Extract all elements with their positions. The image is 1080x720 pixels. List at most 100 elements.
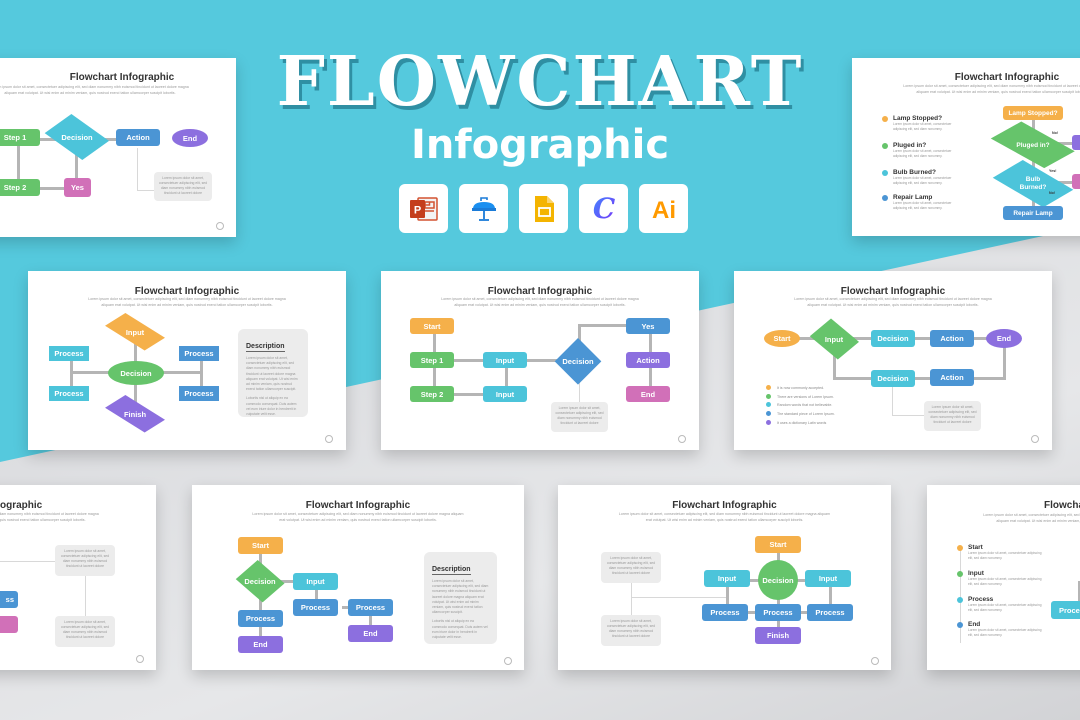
- node-input: Input: [805, 570, 851, 587]
- slide-intro-text: Lorem ipsum dolor sit amet, consectetuer…: [903, 84, 1080, 94]
- node-action: Action: [116, 129, 160, 146]
- list-item: Lamp Stopped? Lorem ipsum dolor sit amet,…: [882, 115, 959, 131]
- node-end: End: [348, 625, 393, 642]
- slide-intro-text: Lorem ipsum dolor sit amet, consectetuer…: [441, 297, 639, 307]
- svg-text:P: P: [413, 204, 420, 216]
- list-item: Repair Lamp Lorem ipsum dolor sit amet, c…: [882, 194, 959, 210]
- page-number: [678, 435, 686, 443]
- slide-thumbnail-6[interactable]: ographic Lorem ipsum dolor sit amet, con…: [0, 485, 156, 670]
- node-action: Action: [930, 330, 974, 347]
- list-item: Start Lorem ipsum dolor sit amet, consect…: [957, 544, 1043, 560]
- page-number: [325, 435, 333, 443]
- node-yes: Yes: [64, 178, 91, 197]
- node-step-1: Step 1: [410, 352, 454, 368]
- slide-title: Flowchart Infographic: [672, 500, 777, 511]
- svg-text:Ai: Ai: [652, 197, 676, 224]
- list-item: Input Lorem ipsum dolor sit amet, consect…: [957, 570, 1043, 586]
- description-box: Description Lorem ipsum dolor sit amet, …: [238, 329, 308, 417]
- google-slides-icon: [519, 184, 568, 233]
- hero-subtitle: Infographic: [410, 122, 670, 168]
- node-action: Action: [626, 352, 670, 368]
- node-end: End: [626, 386, 670, 402]
- slide-thumbnail-3[interactable]: Flowchart Infographic Lorem ipsum dolor …: [28, 271, 346, 450]
- node-end: End: [172, 129, 208, 147]
- slide-intro-text: Lorem ipsum dolor sit amet, consectetuer…: [0, 85, 189, 95]
- node-decision: Decision: [555, 338, 601, 384]
- node-input: Input: [483, 386, 527, 402]
- note-box: Lorem ipsum dolor sit amet, consectetuer…: [601, 552, 661, 583]
- node-decision: Decision: [237, 562, 283, 600]
- description-box: Description Lorem ipsum dolor sit amet, …: [424, 552, 497, 644]
- list-item: Process Lorem ipsum dolor sit amet, conse…: [957, 596, 1043, 612]
- slide-intro-text: Lorem ipsum dolor sit amet, consectetuer…: [0, 512, 99, 522]
- slide-title: Flowchart Infographic: [840, 286, 946, 297]
- bullet-item: It is now commonly accepted.: [766, 385, 824, 390]
- node-yes: Yes: [626, 318, 670, 334]
- note-box: Lorem ipsum dolor sit amet, consectetuer…: [154, 172, 212, 201]
- node-step-1: Step 1: [0, 129, 40, 146]
- node-decision: Decision: [50, 118, 104, 156]
- node-step-2: Step 2: [0, 179, 40, 196]
- page-number: [504, 657, 512, 665]
- illustrator-icon: Ai: [639, 184, 688, 233]
- slide-title-fragment: Flowcha: [1044, 500, 1080, 511]
- page-number: [871, 657, 879, 665]
- node-decision: Decision: [871, 330, 915, 347]
- node-input: Input: [483, 352, 527, 368]
- page-number: [136, 655, 144, 663]
- node-end: End: [986, 329, 1022, 348]
- node-decision: Decision: [758, 560, 798, 600]
- slide-title: Flowchart Infographic: [134, 286, 240, 297]
- page-number: [216, 222, 224, 230]
- node-start: Start: [755, 536, 801, 553]
- bullet-item: There are versions of Lorem Ipsum.: [766, 394, 834, 399]
- node-start: Start: [410, 318, 454, 334]
- node-cutoff-purple: [1072, 135, 1080, 150]
- list-item: Bulb Burned? Lorem ipsum dolor sit amet, …: [882, 169, 959, 185]
- canva-icon: C: [579, 184, 628, 233]
- node-process: Process: [179, 386, 219, 401]
- slide-title: Flowchart Infographic: [305, 500, 411, 511]
- node-lamp-stopped: Lamp Stopped?: [1003, 106, 1063, 120]
- node-start: Start: [764, 330, 800, 347]
- node-process: Process: [49, 386, 89, 401]
- hero-title: FLOWCHART: [276, 42, 804, 122]
- node-process: Process: [807, 604, 853, 621]
- page-number: [1031, 435, 1039, 443]
- slide-intro-text: Lorem ipsum dolor sit amet, consectetuer…: [88, 297, 286, 307]
- app-icons-row: P C Ai: [399, 184, 688, 233]
- node-process-cutoff: ss: [0, 591, 18, 608]
- slide-thumbnail-4[interactable]: Flowchart Infographic Lorem ipsum dolor …: [381, 271, 699, 450]
- svg-text:C: C: [592, 194, 615, 224]
- node-process-cutoff: Proce: [1051, 601, 1080, 619]
- list-item: Pluged in? Lorem ipsum dolor sit amet, co…: [882, 142, 959, 158]
- slide-title: Flowchart Infographic: [487, 286, 593, 297]
- note-box: Lorem ipsum dolor sit amet, consectetuer…: [551, 402, 608, 432]
- node-process: Process: [293, 599, 338, 616]
- slide-thumbnail-8[interactable]: Flowchart Infographic Lorem ipsum dolor …: [558, 485, 891, 670]
- node-finish: Finish: [755, 627, 801, 644]
- slide-thumbnail-2[interactable]: Flowchart Infographic Lorem ipsum dolor …: [852, 58, 1080, 236]
- slide-title: Flowchart Infographic: [954, 72, 1060, 83]
- slide-thumbnail-5[interactable]: Flowchart Infographic Lorem ipsum dolor …: [734, 271, 1052, 450]
- note-box: Lorem ipsum dolor sit amet, consectetuer…: [55, 616, 115, 647]
- node-input: Input: [704, 570, 750, 587]
- slide-thumbnail-7[interactable]: Flowchart Infographic Lorem ipsum dolor …: [192, 485, 524, 670]
- node-process: Process: [49, 346, 89, 361]
- node-decision: Decision: [108, 361, 164, 385]
- slide-thumbnail-9[interactable]: Flowcha Lorem ipsum dolor sit amet, cons…: [927, 485, 1080, 670]
- slide-intro-text: Lorem ipsum dolor sit amet, consectetuer…: [252, 512, 464, 522]
- node-input: Input: [811, 321, 857, 357]
- note-box: Lorem ipsum dolor sit amet, consectetuer…: [601, 615, 661, 646]
- node-process: Process: [755, 604, 801, 621]
- node-process: Process: [238, 610, 283, 627]
- node-cutoff-pink: [0, 616, 18, 633]
- slide-intro-text: Lorem ipsum dolor sit amet, consectetuer…: [983, 513, 1080, 523]
- note-box: Lorem ipsum dolor sit amet, consectetuer…: [924, 401, 981, 431]
- node-input: Input: [110, 319, 160, 345]
- slide-thumbnail-1[interactable]: Flowchart Infographic Lorem ipsum dolor …: [0, 58, 236, 237]
- bullet-item: It uses a dictionary Latin words: [766, 420, 826, 425]
- bullet-item: The standard piece of Lorem Ipsum.: [766, 411, 835, 416]
- slide-title-fragment: ographic: [0, 500, 43, 511]
- node-repair-lamp: Repair Lamp: [1003, 206, 1063, 220]
